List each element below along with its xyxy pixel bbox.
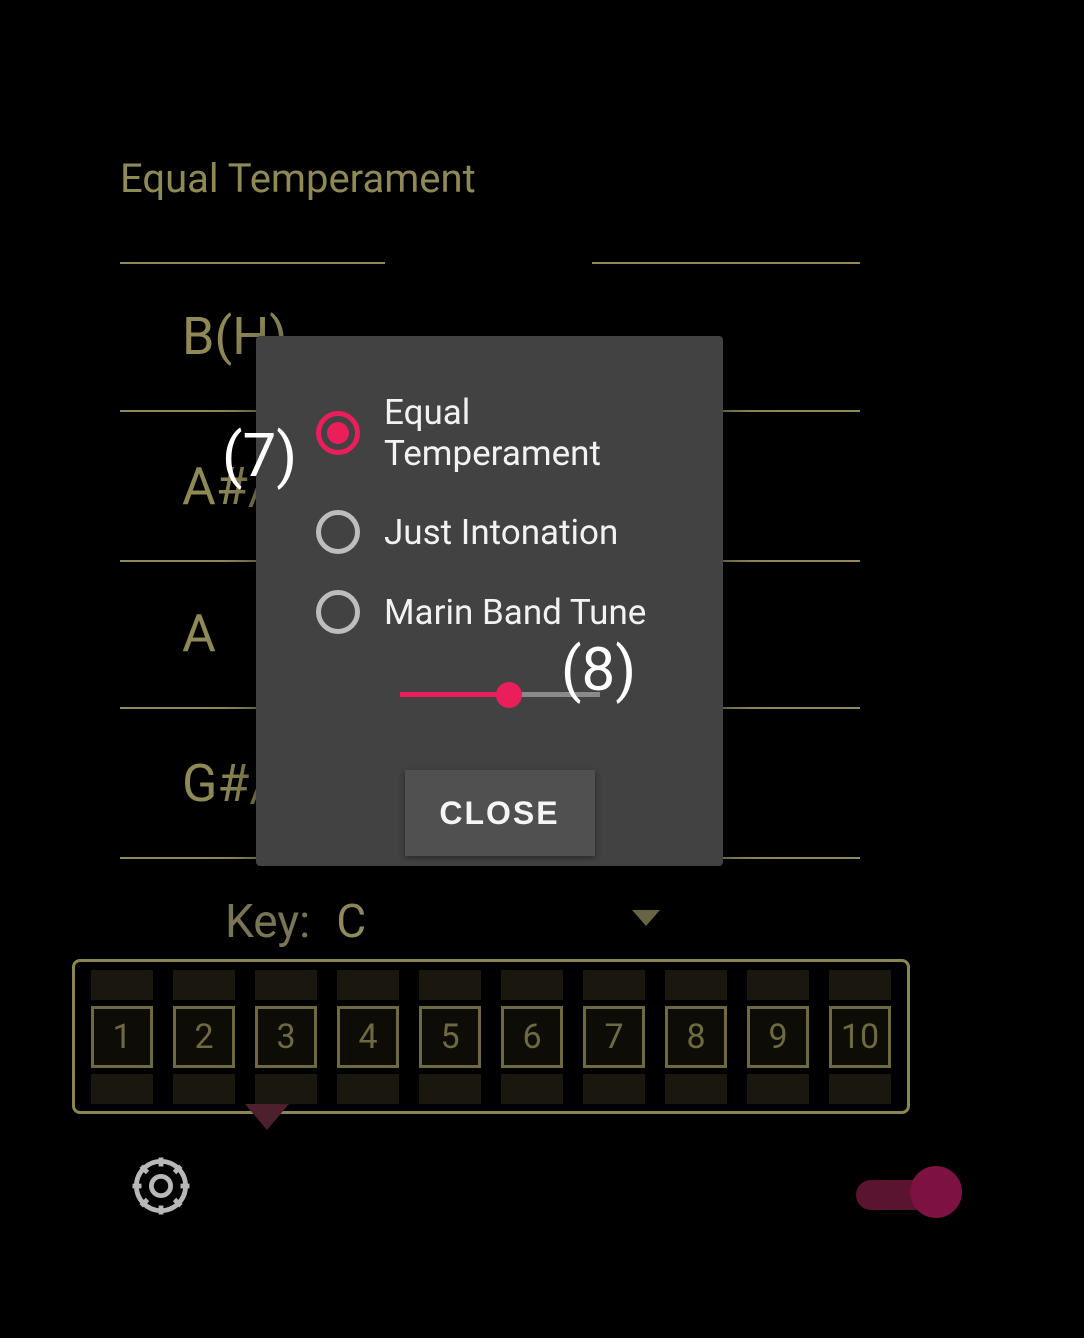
hole-marker-icon (245, 1104, 289, 1130)
chevron-down-icon[interactable] (632, 910, 660, 926)
hole-number: 8 (665, 1006, 727, 1068)
harp-hole[interactable]: 5 (409, 964, 491, 1110)
harp-hole[interactable]: 10 (819, 964, 901, 1110)
hole-number: 5 (419, 1006, 481, 1068)
harp-hole[interactable]: 3 (245, 964, 327, 1110)
harp-hole[interactable]: 7 (573, 964, 655, 1110)
harmonica-bar[interactable]: 1 2 3 4 5 6 7 8 9 10 (72, 959, 910, 1114)
slider-fill (400, 692, 506, 697)
radio-label: Marin Band Tune (384, 592, 646, 633)
harp-hole[interactable]: 6 (491, 964, 573, 1110)
note-label: A (182, 603, 216, 664)
power-toggle[interactable] (856, 1170, 956, 1218)
radio-icon (316, 590, 360, 634)
radio-equal-temperament[interactable]: Equal Temperament (316, 392, 683, 474)
annotation-7: (7) (222, 420, 297, 491)
harp-hole[interactable]: 1 (81, 964, 163, 1110)
hole-number: 6 (501, 1006, 563, 1068)
toggle-thumb (910, 1166, 962, 1218)
radio-label: Equal Temperament (384, 392, 683, 474)
harp-hole[interactable]: 4 (327, 964, 409, 1110)
hole-number: 9 (747, 1006, 809, 1068)
close-button[interactable]: CLOSE (405, 770, 595, 856)
key-selector[interactable]: Key: C (225, 895, 366, 949)
temperament-heading: Equal Temperament (120, 155, 476, 202)
radio-label: Just Intonation (384, 512, 618, 553)
harp-hole[interactable]: 9 (737, 964, 819, 1110)
hole-number: 1 (91, 1006, 153, 1068)
radio-icon (316, 510, 360, 554)
slider-thumb[interactable] (496, 682, 522, 708)
hole-number: 10 (829, 1006, 891, 1068)
radio-marin-band-tune[interactable]: Marin Band Tune (316, 590, 683, 634)
gear-icon[interactable] (125, 1150, 197, 1222)
annotation-8: (8) (561, 634, 636, 705)
hole-number: 2 (173, 1006, 235, 1068)
hole-number: 7 (583, 1006, 645, 1068)
radio-just-intonation[interactable]: Just Intonation (316, 510, 683, 554)
key-label: Key: (225, 895, 310, 949)
harp-hole[interactable]: 8 (655, 964, 737, 1110)
hole-number: 3 (255, 1006, 317, 1068)
radio-icon (316, 411, 360, 455)
hole-number: 4 (337, 1006, 399, 1068)
harp-hole[interactable]: 2 (163, 964, 245, 1110)
temperament-dialog: Equal Temperament Just Intonation Marin … (256, 336, 723, 866)
key-value: C (336, 895, 366, 949)
